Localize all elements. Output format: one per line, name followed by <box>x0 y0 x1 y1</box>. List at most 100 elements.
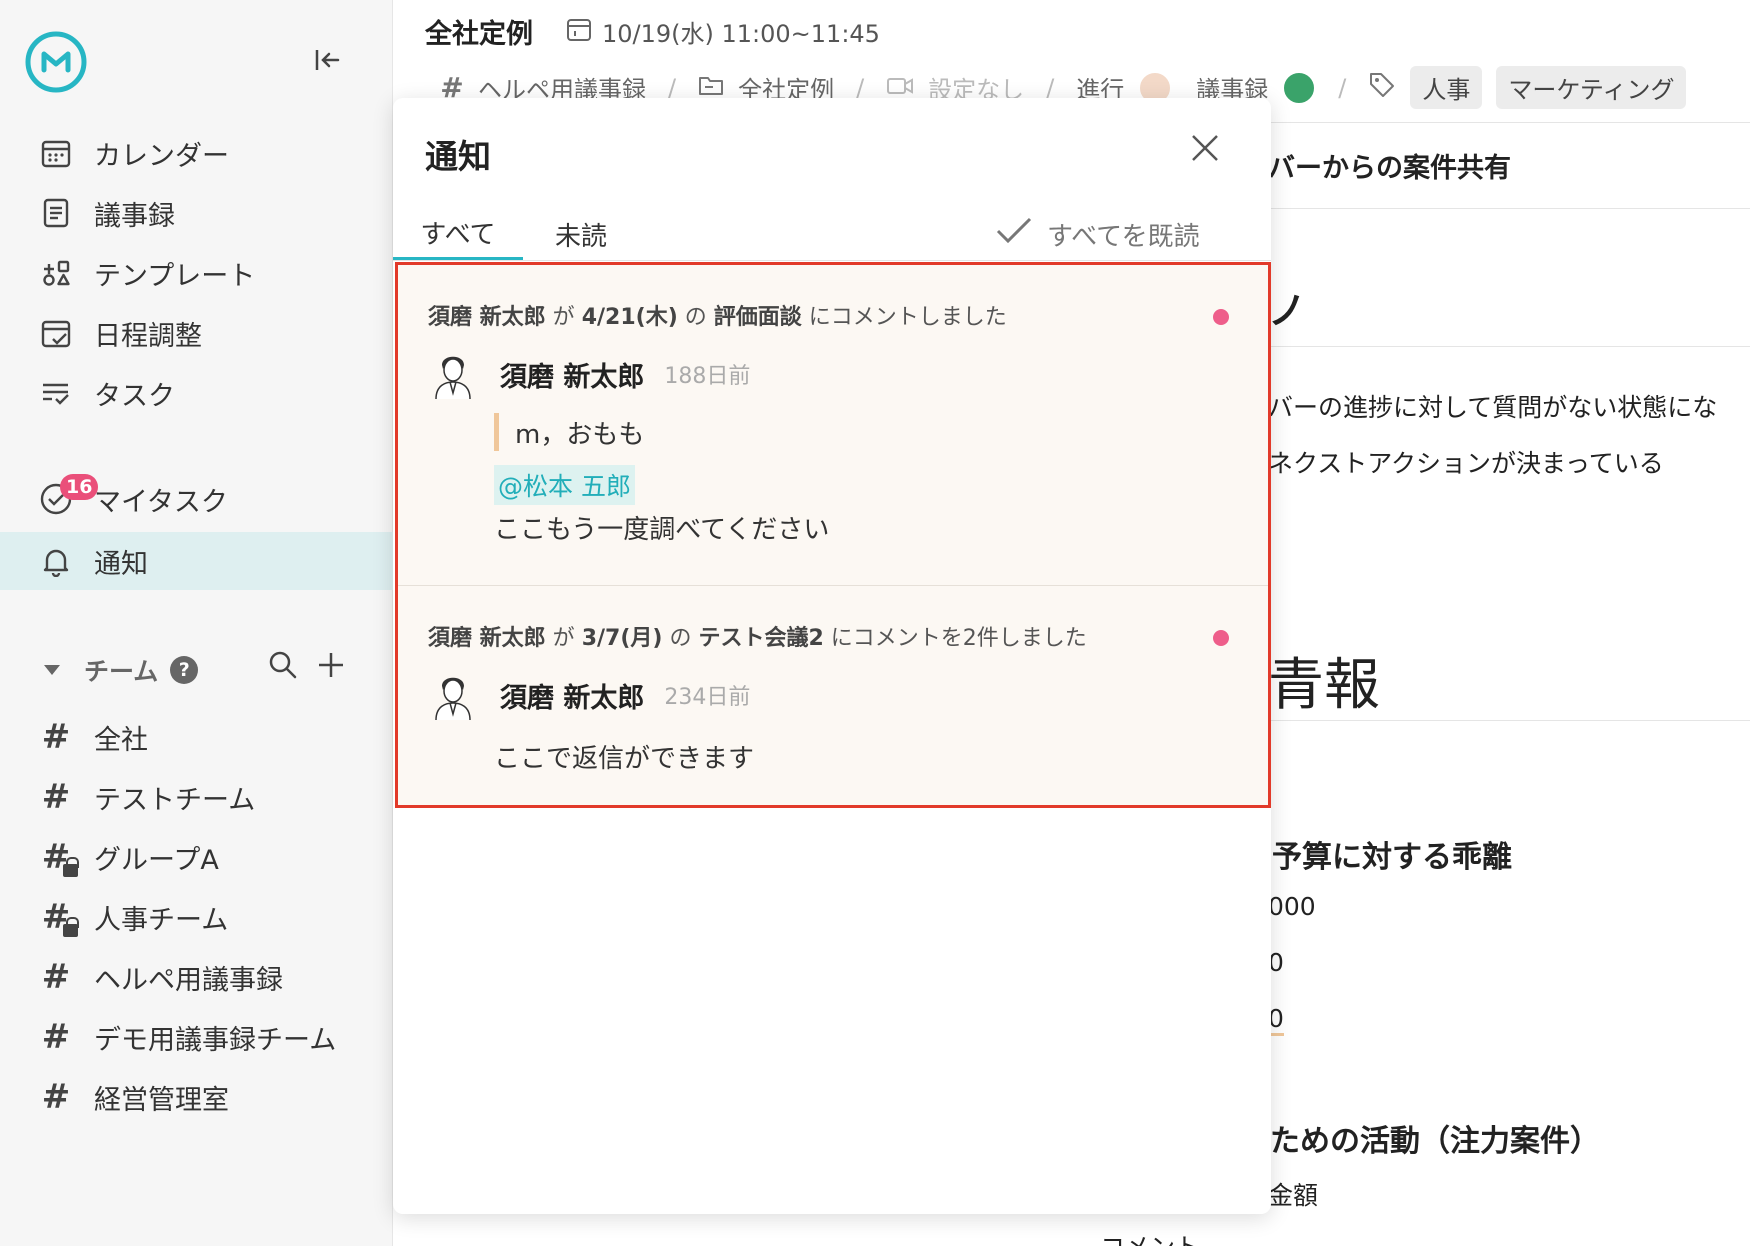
actor-name: 須磨 新太郎 <box>428 626 546 651</box>
sidebar-item-task[interactable]: タスク <box>0 364 393 422</box>
divider <box>1268 346 1750 347</box>
hash-icon: # <box>41 717 71 757</box>
hash-icon: # <box>41 957 71 997</box>
user-mention[interactable]: @松本 五郎 <box>494 465 635 505</box>
summary-text: の <box>669 626 692 651</box>
team-tools <box>268 650 346 684</box>
plus-icon[interactable] <box>316 650 346 684</box>
bg-text: ノ <box>1268 289 1307 333</box>
tab-all[interactable]: すべて <box>393 208 523 260</box>
comment-text: ここもう一度調べてください <box>494 515 830 545</box>
sidebar-item-label: デモ用議事録チーム <box>94 1024 337 1056</box>
comment-author: 須磨 新太郎 <box>500 361 645 393</box>
actor-name: 須磨 新太郎 <box>428 305 546 330</box>
sidebar-team-item[interactable]: # 経営管理室 <box>0 1068 393 1126</box>
divider <box>1268 122 1750 123</box>
sidebar-item-label: 人事チーム <box>94 904 229 936</box>
tag-marketing[interactable]: マーケティング <box>1496 66 1687 109</box>
template-icon <box>38 255 74 291</box>
page-title: 全社定例 <box>425 19 533 50</box>
sidebar-team-item[interactable]: # 人事チーム <box>0 888 393 946</box>
sidebar-item-label: テストチーム <box>94 784 256 816</box>
notification-item[interactable]: 須磨 新太郎 が 4/21(木) の 評価面談 にコメントしました 須磨 新太郎… <box>398 265 1268 585</box>
comment-author-row: 須磨 新太郎 234日前 <box>432 670 751 721</box>
bg-text: コメント <box>1100 1228 1200 1246</box>
meeting-date: 4/21(木) <box>581 305 678 330</box>
sidebar-item-label: カレンダー <box>94 140 229 172</box>
sidebar-item-label: タスク <box>94 380 175 412</box>
sidebar-item-my-task[interactable]: 16 マイタスク <box>0 470 393 528</box>
quoted-text: m，おもも <box>494 413 644 451</box>
mark-all-read-label: すべてを既読 <box>1047 221 1200 252</box>
sidebar-item-minutes[interactable]: 議事録 <box>0 184 393 242</box>
avatar <box>432 670 474 721</box>
check-icon <box>995 216 1033 253</box>
sidebar-item-label: マイタスク <box>94 486 228 518</box>
summary-text: の <box>684 305 707 330</box>
datetime-text: 10/19(水) 11:00~11:45 <box>602 20 880 48</box>
meeting-name[interactable]: テスト会議2 <box>698 626 823 651</box>
comment-author: 須磨 新太郎 <box>500 682 645 714</box>
divider <box>1268 208 1750 209</box>
breadcrumb-separator: / <box>1338 73 1347 102</box>
hash-icon: # <box>41 777 71 817</box>
sidebar-item-calendar[interactable]: カレンダー <box>0 124 393 182</box>
sidebar-team-item[interactable]: # テストチーム <box>0 768 393 826</box>
sidebar-item-label: 経営管理室 <box>94 1084 229 1116</box>
document-icon <box>38 195 74 231</box>
sidebar-team-item[interactable]: # 全社 <box>0 708 393 766</box>
bg-text: バーの進捗に対して質問がない状態にな <box>1268 393 1718 422</box>
notification-summary: 須磨 新太郎 が 3/7(月) の テスト会議2 にコメントを2件しました <box>428 620 1087 652</box>
caret-down-icon <box>44 665 60 675</box>
team-section-label: チーム <box>84 657 159 686</box>
summary-text: が <box>552 305 575 330</box>
sidebar-item-schedule[interactable]: 日程調整 <box>0 304 393 362</box>
sidebar-item-label: グループA <box>94 844 219 876</box>
bg-text: ネクストアクションが決まっている <box>1268 449 1664 478</box>
sidebar-item-label: 日程調整 <box>94 320 202 352</box>
hash-lock-icon: # <box>38 837 79 877</box>
tag-icon <box>1368 71 1396 105</box>
sidebar-item-label: 通知 <box>94 548 148 580</box>
collapse-sidebar-icon[interactable] <box>312 44 344 76</box>
sidebar-item-label: ヘルペ用議事録 <box>94 964 283 996</box>
comment-time: 188日前 <box>664 364 751 389</box>
sidebar-team-item[interactable]: # デモ用議事録チーム <box>0 1008 393 1066</box>
task-count-badge: 16 <box>60 474 99 500</box>
comment-time: 234日前 <box>664 685 751 710</box>
comment-text: ここで返信ができます <box>494 744 755 774</box>
help-icon[interactable]: ? <box>170 656 199 684</box>
tab-unread[interactable]: 未読 <box>555 208 607 260</box>
app-logo[interactable] <box>24 30 88 94</box>
bg-text: ための活動（注力案件） <box>1270 1124 1600 1159</box>
close-icon[interactable] <box>1183 126 1227 170</box>
sidebar-item-notifications[interactable]: 通知 <box>0 532 393 590</box>
mark-all-read-button[interactable]: すべてを既読 <box>995 208 1200 260</box>
bg-text: 金額 <box>1268 1181 1319 1210</box>
summary-text: にコメントしました <box>808 305 1007 330</box>
search-icon[interactable] <box>268 650 298 684</box>
comment-author-row: 須磨 新太郎 188日前 <box>432 349 751 400</box>
notification-list: 須磨 新太郎 が 4/21(木) の 評価面談 にコメントしました 須磨 新太郎… <box>395 262 1271 808</box>
sidebar-item-label: テンプレート <box>94 260 256 292</box>
bg-text: 予算に対する乖離 <box>1272 840 1512 875</box>
minutes-taker-avatar[interactable] <box>1282 70 1317 105</box>
hash-icon: # <box>41 1017 71 1057</box>
avatar <box>432 349 474 400</box>
sidebar-team-item[interactable]: # グループA <box>0 828 393 886</box>
sidebar-item-label: 全社 <box>94 724 148 756</box>
sidebar-team-item[interactable]: # ヘルペ用議事録 <box>0 948 393 1006</box>
meeting-date: 3/7(月) <box>581 626 663 651</box>
tab-divider <box>393 260 1271 261</box>
divider <box>1268 720 1750 721</box>
schedule-icon <box>38 315 74 351</box>
sidebar-item-template[interactable]: テンプレート <box>0 244 393 302</box>
tag-hr[interactable]: 人事 <box>1410 66 1483 109</box>
bell-icon <box>38 543 74 579</box>
notification-item[interactable]: 須磨 新太郎 が 3/7(月) の テスト会議2 にコメントを2件しました 須磨… <box>398 586 1268 806</box>
notification-panel: 通知 すべて 未読 すべてを既読 須磨 新太郎 が 4/21(木) の 評価面談… <box>393 98 1271 1214</box>
calendar-icon <box>38 135 74 171</box>
notification-summary: 須磨 新太郎 が 4/21(木) の 評価面談 にコメントしました <box>428 299 1007 331</box>
meeting-name[interactable]: 評価面談 <box>714 305 802 330</box>
summary-text: が <box>552 626 575 651</box>
